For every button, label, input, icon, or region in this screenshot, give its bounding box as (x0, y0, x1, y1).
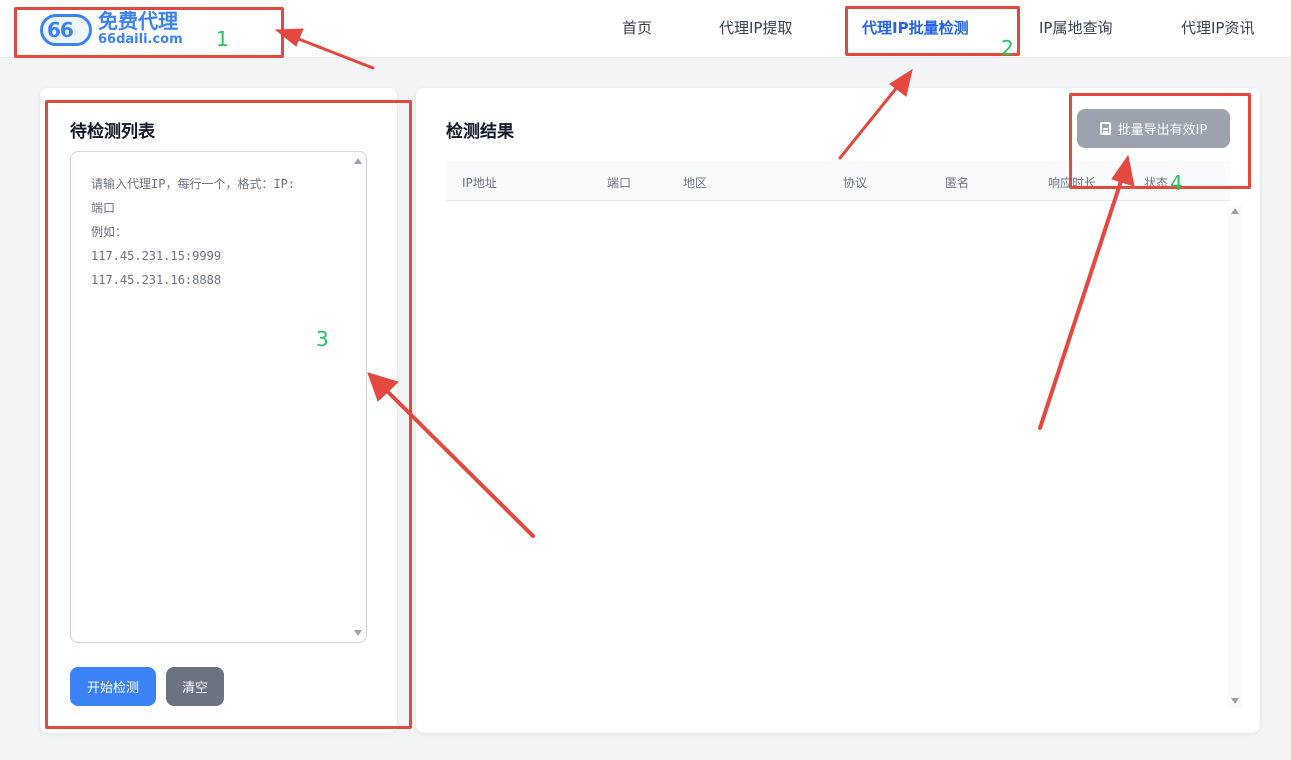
results-scrollbar[interactable] (1228, 206, 1242, 708)
nav-proxy-news[interactable]: 代理IP资讯 (1181, 17, 1254, 38)
results-scroll-down-icon[interactable] (1231, 698, 1239, 704)
annotation-box-2 (845, 6, 1020, 56)
annotation-box-1 (14, 7, 284, 58)
nav-ip-location[interactable]: IP属地查询 (1039, 17, 1112, 38)
annotation-label-2: 2 (1001, 36, 1014, 60)
column-header-port: 端口 (607, 176, 632, 190)
annotation-label-3: 3 (316, 327, 329, 351)
nav-home[interactable]: 首页 (622, 17, 652, 38)
column-header-protocol: 协议 (843, 176, 868, 190)
results-title: 检测结果 (446, 122, 514, 142)
column-header-ip: IP地址 (462, 176, 497, 190)
annotation-box-4 (1069, 93, 1251, 189)
annotation-label-1: 1 (216, 27, 229, 51)
column-header-anonymity: 匿名 (945, 176, 970, 190)
results-table-body (446, 201, 1230, 711)
results-scroll-up-icon[interactable] (1231, 208, 1239, 214)
nav-proxy-extract[interactable]: 代理IP提取 (719, 17, 792, 38)
annotation-label-4: 4 (1170, 171, 1183, 195)
annotation-box-3 (45, 100, 412, 729)
column-header-region: 地区 (683, 176, 708, 190)
